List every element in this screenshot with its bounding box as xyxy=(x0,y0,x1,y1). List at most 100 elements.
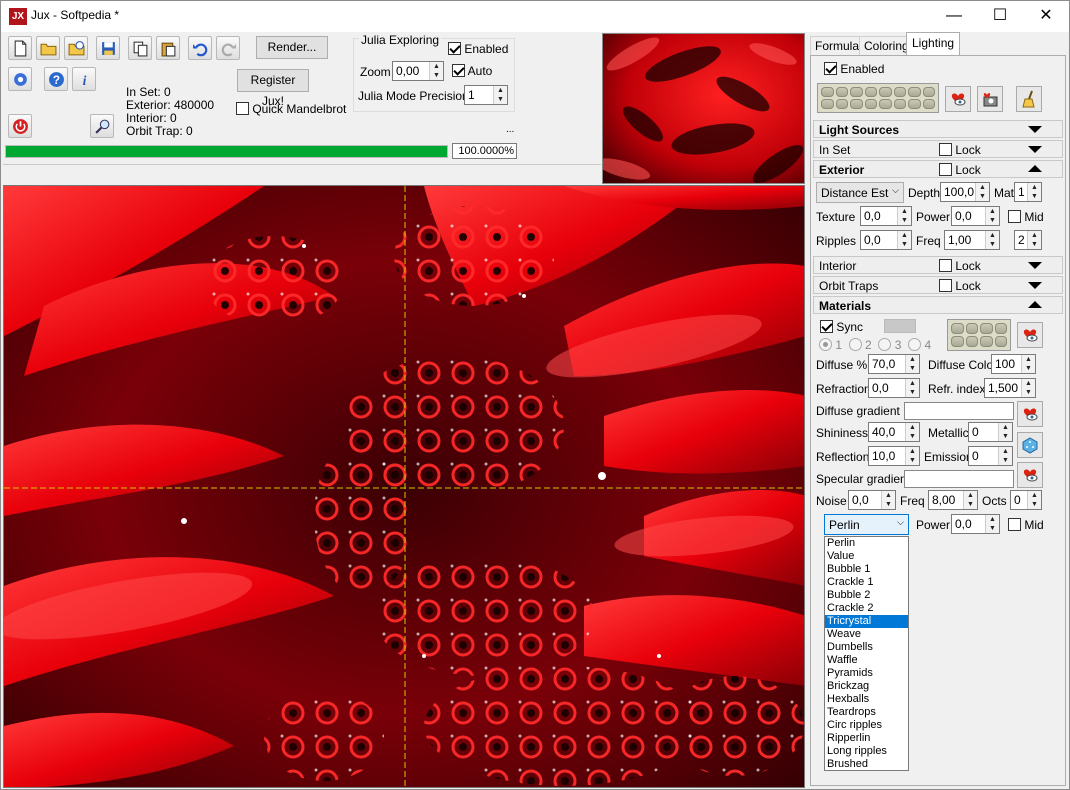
material-radio-4[interactable] xyxy=(908,338,922,351)
help-icon[interactable]: ? xyxy=(44,67,68,91)
zoom-value[interactable]: 0,00 xyxy=(393,62,429,80)
julia-auto-check[interactable] xyxy=(452,64,465,77)
ext-mid-checkbox[interactable]: Mid xyxy=(1008,210,1044,224)
emission-spinner[interactable]: 0 ▲ ▼ xyxy=(968,446,1013,466)
mat-spinner[interactable]: 1 ▲ ▼ xyxy=(1014,182,1042,202)
exterior-method-select[interactable]: Distance Est ⌵ xyxy=(816,182,904,203)
metallic-value[interactable]: 0 xyxy=(969,423,998,441)
material-presets-grid[interactable] xyxy=(947,319,1011,351)
dropdown-option[interactable]: Perlin xyxy=(825,537,908,550)
exterior-header[interactable]: Exterior Lock xyxy=(813,160,1063,178)
dropdown-option[interactable]: Tricrystal xyxy=(825,615,908,628)
chevron-up-icon[interactable] xyxy=(1028,301,1042,308)
noise-type-select[interactable]: Perlin ⌵ xyxy=(824,514,909,535)
interior-lock-check[interactable] xyxy=(939,259,952,272)
material-radio-2[interactable] xyxy=(848,338,862,351)
material-radio-1[interactable] xyxy=(819,338,832,351)
dropdown-option[interactable]: Hexballs xyxy=(825,693,908,706)
noise-freq-value[interactable]: 8,00 xyxy=(929,491,963,509)
julia-enabled-check[interactable] xyxy=(448,42,461,55)
dropdown-option[interactable]: Weave xyxy=(825,628,908,641)
quick-mandelbrot-check[interactable] xyxy=(236,102,249,115)
new-file-icon[interactable] xyxy=(8,36,32,60)
ext-freq-value[interactable]: 1,00 xyxy=(945,231,985,249)
ext-mid-check[interactable] xyxy=(1008,210,1021,223)
dropdown-option[interactable]: Crackle 2 xyxy=(825,602,908,615)
mat-value[interactable]: 1 xyxy=(1015,183,1027,201)
precision-value[interactable]: 1 xyxy=(465,86,493,104)
julia-enabled-checkbox[interactable]: Enabled xyxy=(448,42,508,56)
noise-value[interactable]: 0,0 xyxy=(849,491,881,509)
undo-icon[interactable] xyxy=(188,36,212,60)
materials-header[interactable]: Materials xyxy=(813,296,1063,314)
dropdown-option[interactable]: Crackle 1 xyxy=(825,576,908,589)
save-icon[interactable] xyxy=(96,36,120,60)
mat-mid-checkbox[interactable]: Mid xyxy=(1008,518,1044,532)
dropdown-option[interactable]: Value xyxy=(825,550,908,563)
noise-spinner[interactable]: 0,0 ▲ ▼ xyxy=(848,490,896,510)
power-icon[interactable] xyxy=(8,114,32,138)
dice-icon[interactable] xyxy=(1017,432,1043,458)
dropdown-option[interactable]: Pyramids xyxy=(825,667,908,680)
refr-index-value[interactable]: 1,500 xyxy=(985,379,1021,397)
diffuse-spinner[interactable]: 70,0 ▲ ▼ xyxy=(868,354,920,374)
ext-power-spinner[interactable]: 0,0 ▲ ▼ xyxy=(951,206,1000,226)
julia-auto-checkbox[interactable]: Auto xyxy=(452,64,492,78)
ripples-count-value[interactable]: 2 xyxy=(1015,231,1027,249)
ripples-spinner[interactable]: 0,0 ▲ ▼ xyxy=(860,230,912,250)
copy-icon[interactable] xyxy=(128,36,152,60)
ripples-count-spinner[interactable]: 2 ▲ ▼ xyxy=(1014,230,1042,250)
open-recent-icon[interactable] xyxy=(64,36,88,60)
tab-formula[interactable]: Formula xyxy=(810,36,865,55)
light-presets-grid[interactable] xyxy=(817,83,939,113)
refraction-value[interactable]: 0,0 xyxy=(869,379,905,397)
lighting-enabled-checkbox[interactable]: Enabled xyxy=(824,62,884,76)
refraction-spinner[interactable]: 0,0 ▲ ▼ xyxy=(868,378,920,398)
dropdown-option[interactable]: Brushed xyxy=(825,758,908,770)
specular-gradient-box[interactable] xyxy=(904,470,1014,488)
orbit-traps-header[interactable]: Orbit Traps Lock xyxy=(813,276,1063,294)
orbit-traps-lock-check[interactable] xyxy=(939,279,952,292)
dropdown-option[interactable]: Circ ripples xyxy=(825,719,908,732)
noise-type-dropdown-list[interactable]: Perlin Value Bubble 1 Crackle 1 Bubble 2 Crac… xyxy=(824,536,909,771)
dropdown-option[interactable]: Bubble 1 xyxy=(825,563,908,576)
octs-spinner[interactable]: 0 ▲ ▼ xyxy=(1010,490,1042,510)
heart-eye-icon[interactable] xyxy=(1017,462,1043,488)
mat-power-spinner[interactable]: 0,0 ▲ ▼ xyxy=(951,514,1000,534)
dropdown-option[interactable]: Dumbells xyxy=(825,641,908,654)
emission-value[interactable]: 0 xyxy=(969,447,998,465)
reflection-spinner[interactable]: 10,0 ▲ ▼ xyxy=(868,446,920,466)
camera-heart-icon[interactable] xyxy=(977,86,1003,112)
shininess-value[interactable]: 40,0 xyxy=(869,423,905,441)
paste-icon[interactable] xyxy=(156,36,180,60)
diffuse-color-value[interactable]: 100 xyxy=(992,355,1021,373)
octs-value[interactable]: 0 xyxy=(1011,491,1027,509)
dropdown-option[interactable]: Teardrops xyxy=(825,706,908,719)
heart-eye-icon[interactable] xyxy=(945,86,971,112)
exterior-lock-check[interactable] xyxy=(939,163,952,176)
heart-eye-icon[interactable] xyxy=(1017,401,1043,427)
mat-mid-check[interactable] xyxy=(1008,518,1021,531)
zoom-magnifier-icon[interactable] xyxy=(90,114,114,138)
chevron-down-icon[interactable] xyxy=(1028,282,1042,289)
diffuse-value[interactable]: 70,0 xyxy=(869,355,905,373)
precision-spinner[interactable]: 1 ▲ ▼ xyxy=(464,85,508,105)
chevron-down-icon[interactable] xyxy=(1028,126,1042,133)
in-set-lock-check[interactable] xyxy=(939,143,952,156)
preview-thumbnail[interactable] xyxy=(602,33,805,184)
depth-spinner[interactable]: 100,0 ▲ ▼ xyxy=(940,182,990,202)
zoom-spinner[interactable]: 0,00 ▲ ▼ xyxy=(392,61,444,81)
open-folder-icon[interactable] xyxy=(36,36,60,60)
material-radio-3[interactable] xyxy=(878,338,892,351)
tab-lighting[interactable]: Lighting xyxy=(906,32,961,56)
info-icon[interactable]: i xyxy=(72,67,96,91)
lighting-enabled-check[interactable] xyxy=(824,62,837,75)
texture-spinner[interactable]: 0,0 ▲ ▼ xyxy=(860,206,912,226)
diffuse-gradient-box[interactable] xyxy=(904,402,1014,420)
light-sources-header[interactable]: Light Sources xyxy=(813,120,1063,138)
interior-header[interactable]: Interior Lock xyxy=(813,256,1063,274)
settings-gear-icon[interactable] xyxy=(8,67,32,91)
in-set-header[interactable]: In Set Lock xyxy=(813,140,1063,158)
shininess-spinner[interactable]: 40,0 ▲ ▼ xyxy=(868,422,920,442)
register-button[interactable]: Register Jux! xyxy=(237,69,309,108)
